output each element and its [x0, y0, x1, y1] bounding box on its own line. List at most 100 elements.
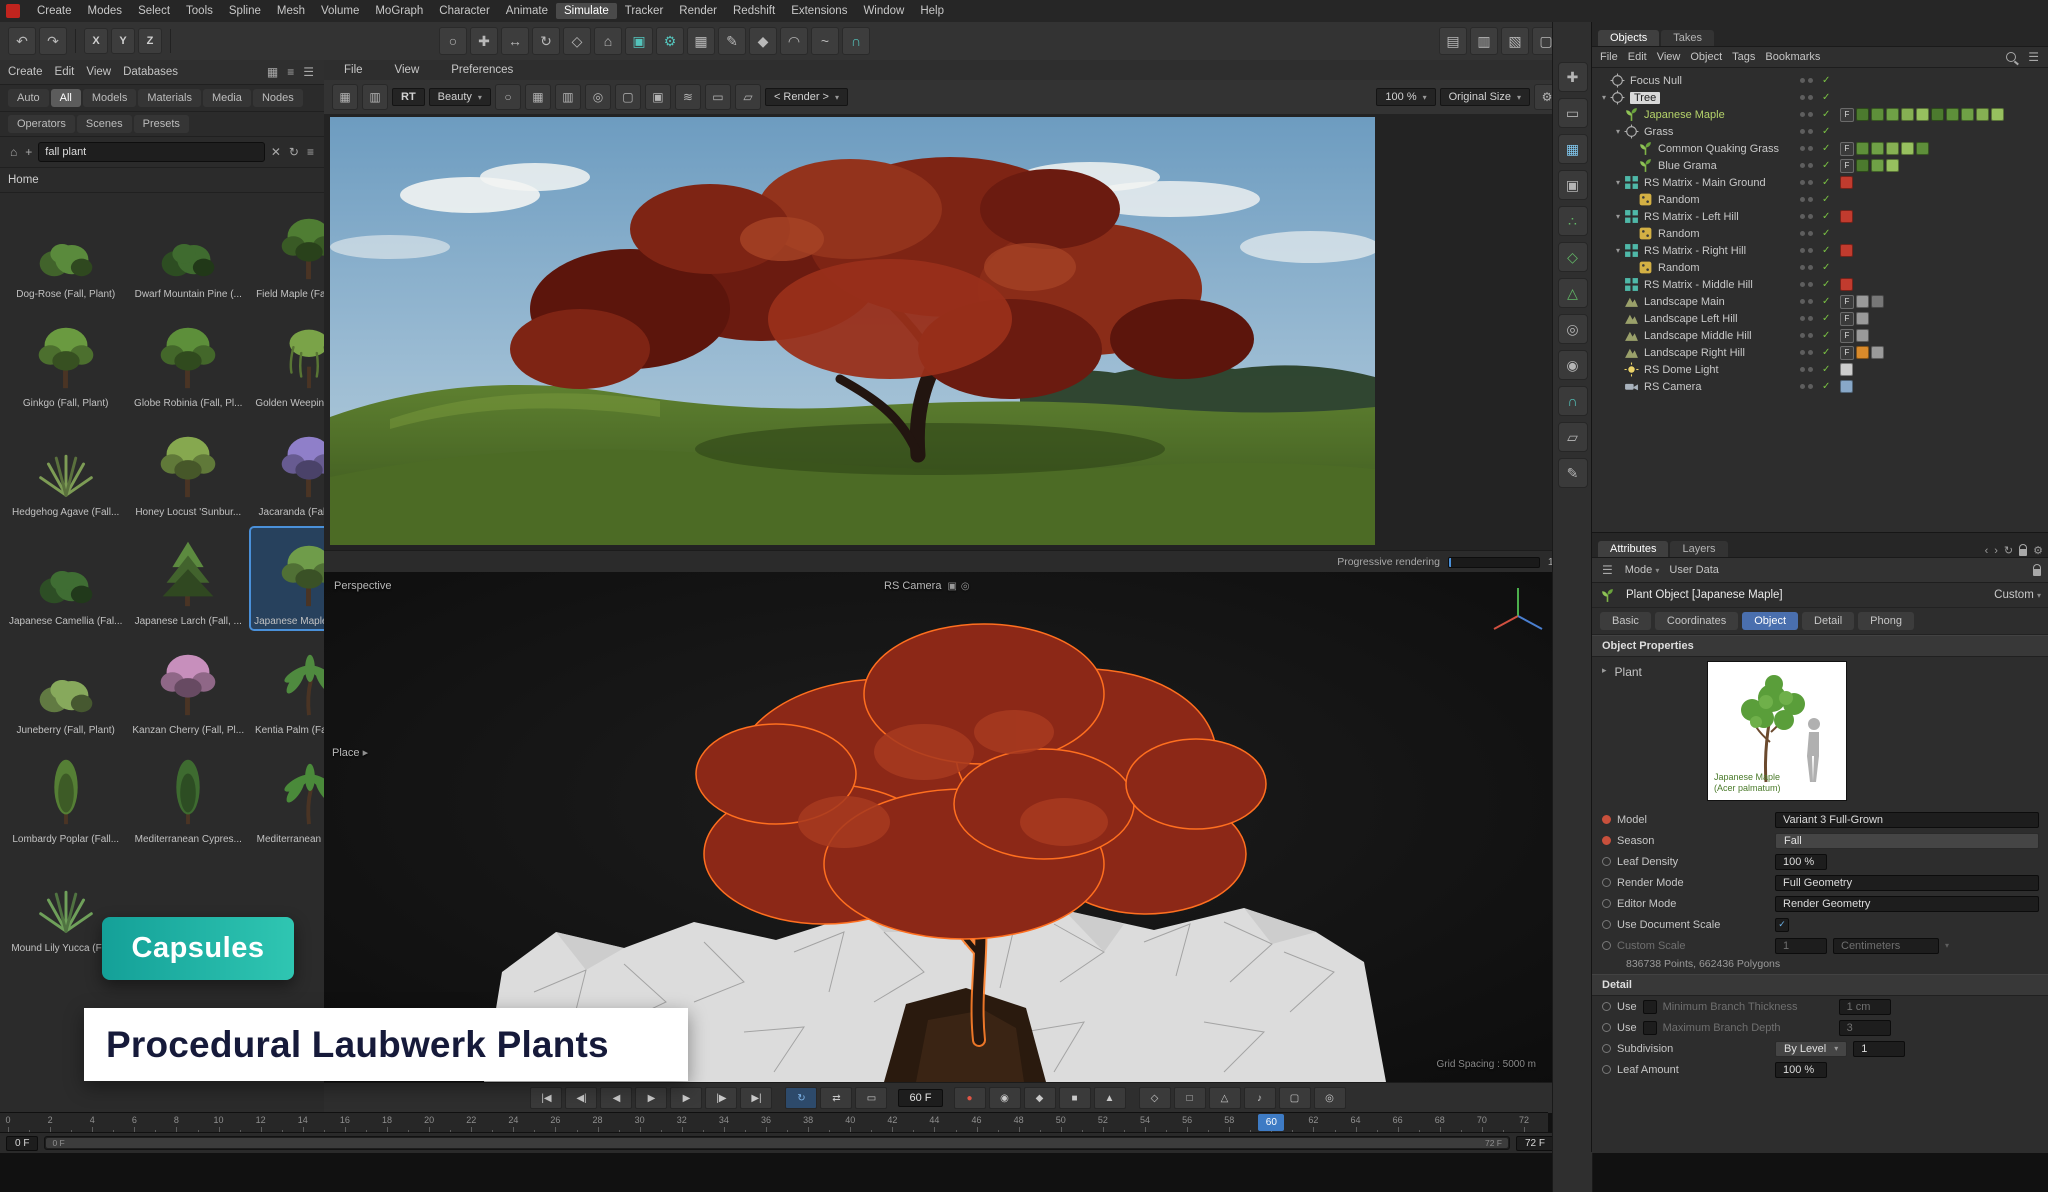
tab-coordinates[interactable]: Coordinates [1655, 612, 1738, 630]
ab-tab-auto[interactable]: Auto [8, 89, 49, 107]
expand-icon[interactable]: ▾ [1612, 212, 1624, 221]
visibility-dots[interactable] [1800, 384, 1813, 389]
isolate-icon[interactable]: ○ [495, 84, 521, 110]
expand-icon[interactable]: ▾ [1612, 127, 1624, 136]
ab-menu-view[interactable]: View [86, 66, 111, 78]
layout-icon-2[interactable]: ▥ [1470, 27, 1498, 55]
points-mode-icon[interactable]: ∴ [1558, 206, 1588, 236]
key-position-icon[interactable]: ◆ [1024, 1087, 1056, 1109]
layout-icon-1[interactable]: ▤ [1439, 27, 1467, 55]
visibility-dots[interactable] [1800, 333, 1813, 338]
enabled-check-icon[interactable]: ✓ [1822, 109, 1830, 120]
anim-dot[interactable] [1602, 836, 1611, 845]
min-branch-field[interactable]: 1 cm [1839, 999, 1891, 1015]
tag-chips[interactable] [1840, 176, 1853, 189]
menu-render[interactable]: Render [671, 3, 725, 19]
menu-mesh[interactable]: Mesh [269, 3, 313, 19]
render-mode-dropdown[interactable]: Full Geometry [1775, 875, 2039, 891]
om-menu-file[interactable]: File [1600, 51, 1618, 63]
preview-range-icon[interactable]: ▭ [855, 1087, 887, 1109]
subdivision-field[interactable]: 1 [1853, 1041, 1905, 1057]
leaf-density-field[interactable]: 100 % [1775, 854, 1827, 870]
texture-mode-icon[interactable]: ▣ [1558, 170, 1588, 200]
visibility-dots[interactable] [1800, 180, 1813, 185]
rv-menu-preferences[interactable]: Preferences [443, 62, 521, 78]
snap-icon[interactable]: ∩ [842, 27, 870, 55]
prev-key-icon[interactable]: ◀| [565, 1087, 597, 1109]
object-row-rs-matrix-left-hill[interactable]: ▾RS Matrix - Left Hill✓ [1592, 208, 2048, 225]
jump-start-icon[interactable]: |◀ [530, 1087, 562, 1109]
enabled-check-icon[interactable]: ✓ [1822, 143, 1830, 154]
snapshot-icon[interactable]: ▭ [705, 84, 731, 110]
visibility-dots[interactable] [1800, 197, 1813, 202]
object-row-tree[interactable]: ▾Tree✓ [1592, 89, 2048, 106]
expand-icon[interactable]: ▾ [1598, 93, 1610, 102]
solo-icon[interactable]: ◎ [1314, 1087, 1346, 1109]
compare-icon[interactable]: ▥ [362, 84, 388, 110]
enabled-check-icon[interactable]: ✓ [1822, 160, 1830, 171]
ab-subtab-operators[interactable]: Operators [8, 115, 75, 133]
redo-icon[interactable]: ↷ [39, 27, 67, 55]
use-document-scale-checkbox[interactable]: ✓ [1775, 918, 1789, 932]
user-data-menu[interactable]: User Data [1669, 564, 1719, 576]
visibility-dots[interactable] [1800, 367, 1813, 372]
tag-chips[interactable] [1840, 363, 1853, 376]
asset-tile-juneberry-fall-plant[interactable]: Juneberry (Fall, Plant) [6, 637, 125, 738]
visibility-dots[interactable] [1800, 95, 1813, 100]
menu-help[interactable]: Help [912, 3, 952, 19]
region-icon[interactable]: ▢ [615, 84, 641, 110]
asset-tile-ginkgo-fall-plant[interactable]: Ginkgo (Fall, Plant) [6, 310, 125, 411]
enabled-check-icon[interactable]: ✓ [1822, 194, 1830, 205]
min-branch-checkbox[interactable] [1643, 1000, 1657, 1014]
menu-modes[interactable]: Modes [80, 3, 131, 19]
model-mode-icon[interactable]: ▦ [1558, 134, 1588, 164]
zoom-dropdown[interactable]: 100 %▾ [1376, 88, 1435, 106]
anim-dot[interactable] [1602, 941, 1611, 950]
viewport-view-label[interactable]: Perspective [334, 580, 391, 592]
refresh-icon[interactable]: ↻ [2004, 544, 2013, 557]
key-rotation-icon[interactable]: ▲ [1094, 1087, 1126, 1109]
menu-tracker[interactable]: Tracker [617, 3, 672, 19]
next-frame-icon[interactable]: ▶ [670, 1087, 702, 1109]
menu-extensions[interactable]: Extensions [783, 3, 855, 19]
current-frame-field[interactable]: 60 F [898, 1089, 942, 1107]
size-dropdown[interactable]: Original Size▾ [1440, 88, 1530, 106]
tag-chips[interactable]: F [1840, 295, 1884, 309]
tab-attributes[interactable]: Attributes [1598, 541, 1668, 557]
workplane-icon[interactable]: ▱ [1558, 422, 1588, 452]
range-end-field[interactable]: 72 F [1516, 1136, 1554, 1151]
live-selection-icon[interactable]: ○ [439, 27, 467, 55]
bucket-icon[interactable]: ▣ [645, 84, 671, 110]
rv-menu-file[interactable]: File [336, 62, 371, 78]
mograph-icon[interactable]: ◆ [749, 27, 777, 55]
tab-layers[interactable]: Layers [1670, 541, 1727, 557]
object-row-rs-matrix-main-ground[interactable]: ▾RS Matrix - Main Ground✓ [1592, 174, 2048, 191]
object-row-random[interactable]: Random✓ [1592, 225, 2048, 242]
filter-stack-icon[interactable]: ≋ [675, 84, 701, 110]
anim-dot[interactable] [1602, 857, 1611, 866]
visibility-dots[interactable] [1800, 248, 1813, 253]
asset-tile-japanese-larch-fall[interactable]: Japanese Larch (Fall, ... [129, 528, 247, 629]
render-nav-dropdown[interactable]: < Render >▾ [765, 88, 848, 106]
grid-icon[interactable]: ▦ [525, 84, 551, 110]
object-row-landscape-middle-hill[interactable]: Landscape Middle Hill✓F [1592, 327, 2048, 344]
menu-select[interactable]: Select [130, 3, 178, 19]
add-primitive-icon[interactable]: ▦ [687, 27, 715, 55]
enabled-check-icon[interactable]: ✓ [1822, 330, 1830, 341]
visibility-dots[interactable] [1800, 78, 1813, 83]
enabled-check-icon[interactable]: ✓ [1822, 177, 1830, 188]
season-dropdown[interactable]: Fall [1775, 833, 2039, 849]
custom-scale-unit-dropdown[interactable]: Centimeters [1833, 938, 1939, 954]
playhead[interactable]: 60 [1258, 1114, 1284, 1131]
asset-tile-dwarf-mountain-pine[interactable]: Dwarf Mountain Pine (... [129, 201, 247, 302]
hud-toggle-icon[interactable]: ▢ [1279, 1087, 1311, 1109]
place-tool-label[interactable]: Place ▸ [332, 746, 368, 759]
enable-axis-icon[interactable]: ◎ [1558, 314, 1588, 344]
expand-icon[interactable]: ▾ [1612, 246, 1624, 255]
plant-preview-thumbnail[interactable]: Japanese Maple (Acer palmatum) [1707, 661, 1847, 801]
custom-scale-field[interactable]: 1 [1775, 938, 1827, 954]
rv-menu-view[interactable]: View [387, 62, 428, 78]
param-record-icon[interactable]: □ [1174, 1087, 1206, 1109]
visibility-dots[interactable] [1800, 350, 1813, 355]
menu-redshift[interactable]: Redshift [725, 3, 783, 19]
